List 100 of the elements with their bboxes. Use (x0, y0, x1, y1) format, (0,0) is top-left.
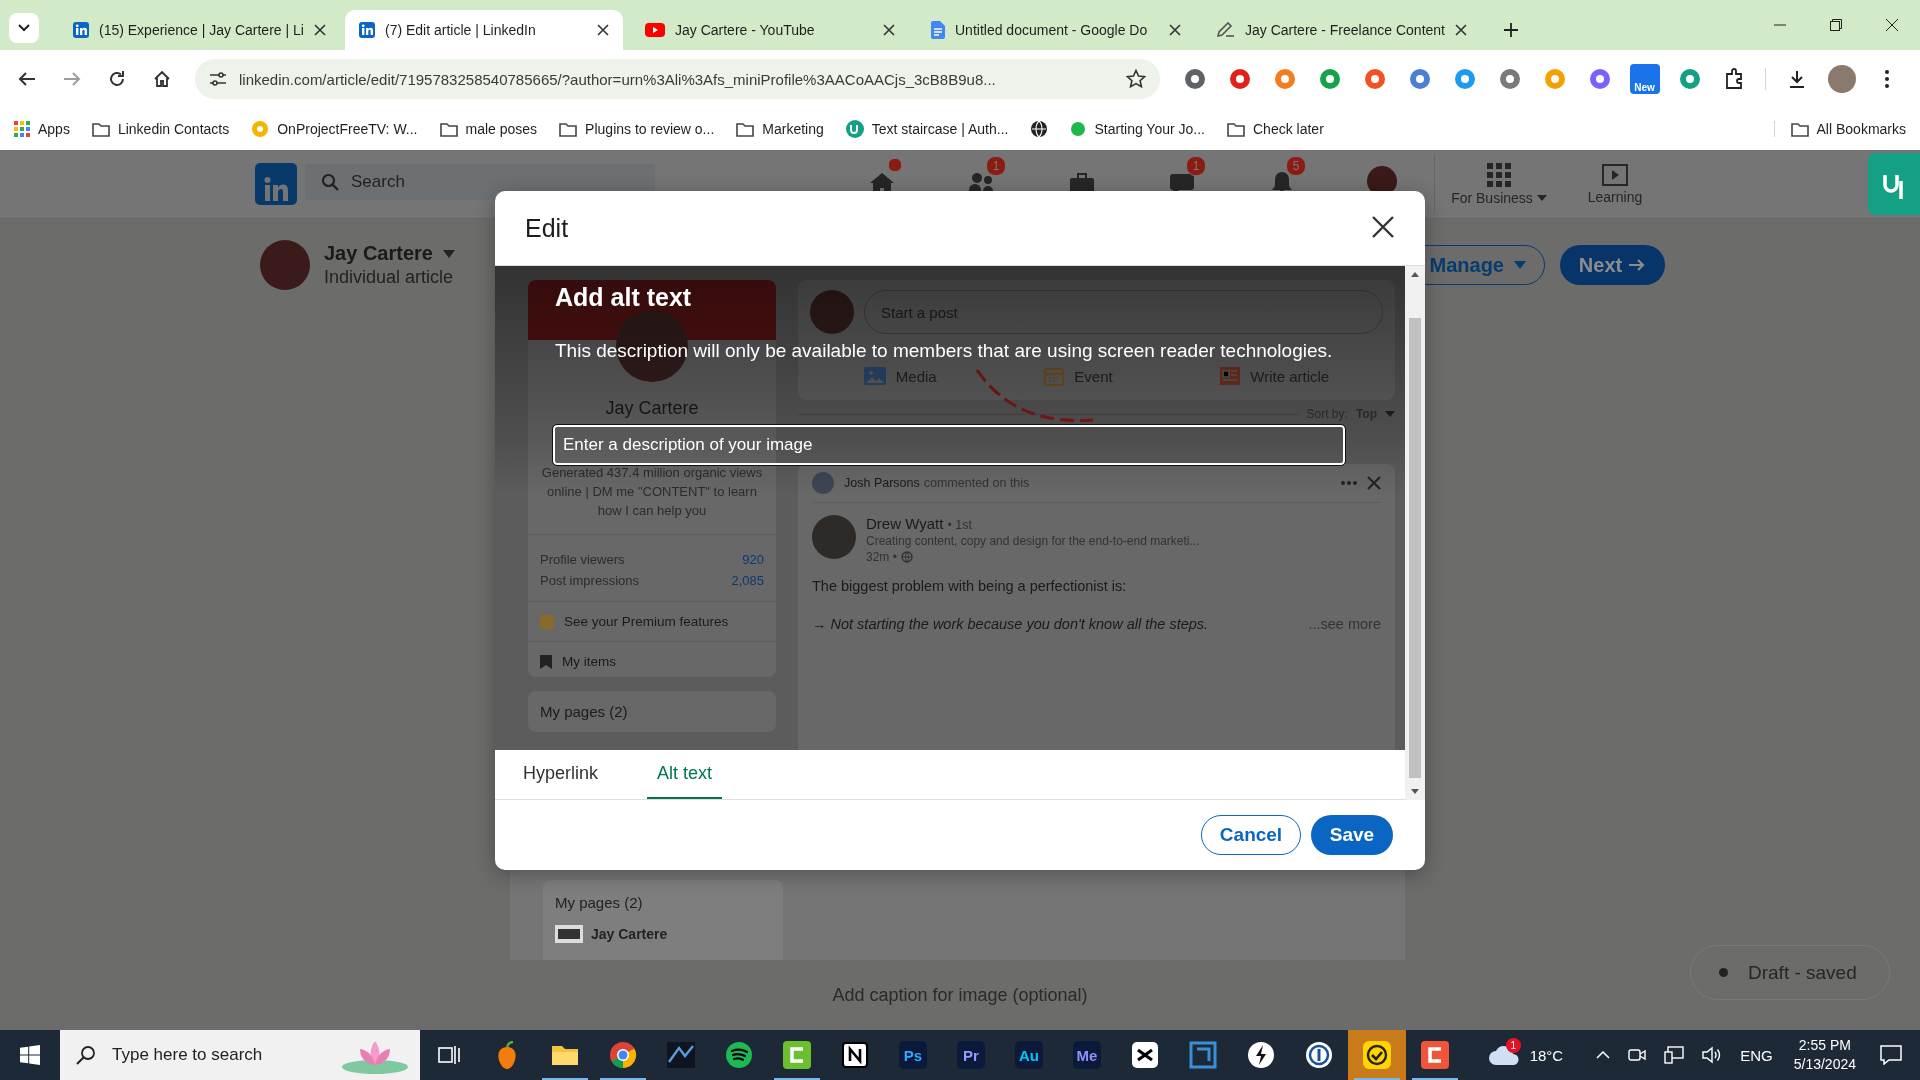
scroll-up-icon[interactable] (1411, 272, 1419, 277)
search-field[interactable]: Type here to search (60, 1030, 420, 1080)
bookmark[interactable]: male poses (465, 121, 538, 137)
image-icon (863, 367, 886, 385)
app-icon[interactable]: Au (1015, 1041, 1043, 1069)
start-icon[interactable] (20, 1045, 40, 1065)
bookmark[interactable]: Starting Your Jo... (1094, 121, 1205, 137)
save-button[interactable]: Save (1311, 815, 1393, 855)
close-icon[interactable] (1886, 19, 1898, 31)
alt-text-field[interactable]: Enter a description of your image (553, 425, 1345, 465)
app-icon[interactable]: Me (1073, 1041, 1101, 1069)
close-tab-icon[interactable] (313, 24, 326, 36)
post-quote: → Not starting the work because you don't know all the steps. (812, 616, 1209, 632)
folder-icon[interactable] (551, 1044, 579, 1066)
browser-tab[interactable]: (15) Experience | Jay Cartere | Li (59, 10, 337, 50)
extension-icon[interactable] (1273, 68, 1296, 90)
tab[interactable]: Alt text (647, 750, 723, 799)
post-author: Drew Wyatt (866, 515, 944, 532)
folder-icon (91, 121, 110, 137)
extension-icon[interactable] (1363, 68, 1386, 90)
tab-search-button[interactable] (9, 13, 39, 43)
app-icon[interactable]: Pr (957, 1041, 985, 1069)
article-icon (1220, 367, 1241, 385)
logo-icon[interactable] (255, 163, 297, 205)
bookmark[interactable]: Check later (1253, 121, 1324, 137)
chrome-icon[interactable] (609, 1041, 637, 1069)
forward-icon[interactable] (63, 71, 81, 87)
bookmark[interactable]: Linkedin Contacts (117, 121, 230, 137)
ring-icon[interactable] (1305, 1041, 1333, 1069)
extension-icon[interactable] (1498, 68, 1521, 90)
spotify-icon[interactable] (725, 1041, 753, 1069)
close-tab-icon[interactable] (1455, 24, 1467, 36)
extension-icon[interactable] (1183, 68, 1206, 90)
stat-value: 920 (742, 552, 764, 567)
task-view-icon[interactable] (438, 1045, 460, 1065)
close-tab-icon[interactable] (597, 24, 609, 36)
extension-icon[interactable] (1678, 68, 1701, 90)
all-bookmarks[interactable]: All Bookmarks (1816, 121, 1906, 137)
c-logo-icon[interactable] (783, 1041, 811, 1069)
page-link[interactable]: Jay Cartere (591, 926, 668, 942)
c-logo-icon[interactable] (1421, 1041, 1449, 1069)
more-icon (1341, 481, 1357, 485)
browser-tab[interactable]: Jay Cartere - YouTube (631, 10, 909, 50)
fruit-icon[interactable] (495, 1041, 519, 1069)
close-tab-icon[interactable] (883, 24, 895, 36)
globe-icon (900, 551, 913, 563)
browser-tab[interactable]: Untitled document - Google Do (917, 10, 1195, 50)
extension-icon[interactable] (1228, 68, 1251, 90)
search-icon (76, 1045, 96, 1065)
count-badge: 1 (1186, 156, 1206, 176)
notion-icon[interactable] (842, 1042, 868, 1068)
arrow-icon[interactable] (1628, 257, 1647, 273)
extension-tab-icon[interactable] (1868, 153, 1920, 215)
scissors-icon[interactable] (1132, 1042, 1158, 1068)
extension-button[interactable]: New (1629, 64, 1660, 94)
chevron-up-icon[interactable] (1596, 1051, 1611, 1059)
browser-tab[interactable]: (7) Edit article | LinkedIn (345, 10, 623, 50)
bookmark[interactable]: OnProjectFreeTV: W... (277, 121, 418, 137)
notifications-icon[interactable] (1880, 1045, 1902, 1065)
bookmark-icon (540, 654, 552, 669)
extension-icon[interactable] (1588, 68, 1611, 90)
site-settings-icon[interactable] (209, 71, 227, 87)
cancel-button[interactable]: Cancel (1201, 815, 1301, 855)
new-tab-icon[interactable] (1503, 22, 1519, 38)
home-icon[interactable] (153, 70, 171, 88)
address-bar[interactable]: linkedin.com/article/edit/7195783258540785665/?author=urn%3Ali%3Afs_miniProfile%3AACoAACjs_3cB8B9u8... (195, 59, 1160, 99)
menu-icon[interactable] (1883, 69, 1890, 89)
speaker-icon[interactable] (1702, 1046, 1723, 1064)
bookmark[interactable]: Apps (38, 121, 70, 137)
scroll-down-icon[interactable] (1411, 789, 1419, 794)
star-icon[interactable] (1126, 69, 1146, 89)
stat-label: Post impressions (540, 573, 639, 588)
bookmark[interactable]: Text staircase | Auth... (871, 121, 1009, 137)
document-icon (931, 21, 945, 39)
restore-icon[interactable] (1830, 19, 1842, 31)
next-button[interactable]: Next (1560, 245, 1665, 285)
clock[interactable]: 2:55 PM 5/13/2024 (1793, 1036, 1856, 1074)
post-text: The biggest problem with being a perfectionist is: (812, 578, 1128, 594)
frame-icon[interactable] (1189, 1041, 1217, 1069)
reload-icon[interactable] (108, 70, 126, 88)
app-icon[interactable]: Ps (899, 1041, 927, 1069)
scrollbar[interactable] (1405, 266, 1425, 800)
network-icon[interactable] (1664, 1046, 1685, 1064)
browser-tab[interactable]: Jay Cartere - Freelance Content (1203, 10, 1481, 50)
language-indicator[interactable]: ENG (1740, 1046, 1773, 1064)
caption-field[interactable]: Add caption for image (optional) (808, 983, 1112, 1007)
bookmark[interactable]: Marketing (762, 121, 824, 137)
grid-icon (1487, 162, 1511, 187)
extension-icon[interactable] (1453, 68, 1476, 90)
back-icon[interactable] (18, 71, 36, 87)
bookmark[interactable]: Plugins to review o... (585, 121, 715, 137)
caret-icon[interactable] (18, 24, 30, 32)
tab[interactable]: Hyperlink (513, 750, 609, 799)
extension-icon[interactable] (1408, 68, 1431, 90)
camera-icon[interactable] (1628, 1047, 1647, 1063)
bolt-icon[interactable] (1247, 1041, 1275, 1069)
close-tab-icon[interactable] (1169, 24, 1181, 36)
extension-icon[interactable] (1318, 68, 1341, 90)
check-icon[interactable] (1363, 1041, 1391, 1069)
wave-icon[interactable] (667, 1042, 695, 1068)
